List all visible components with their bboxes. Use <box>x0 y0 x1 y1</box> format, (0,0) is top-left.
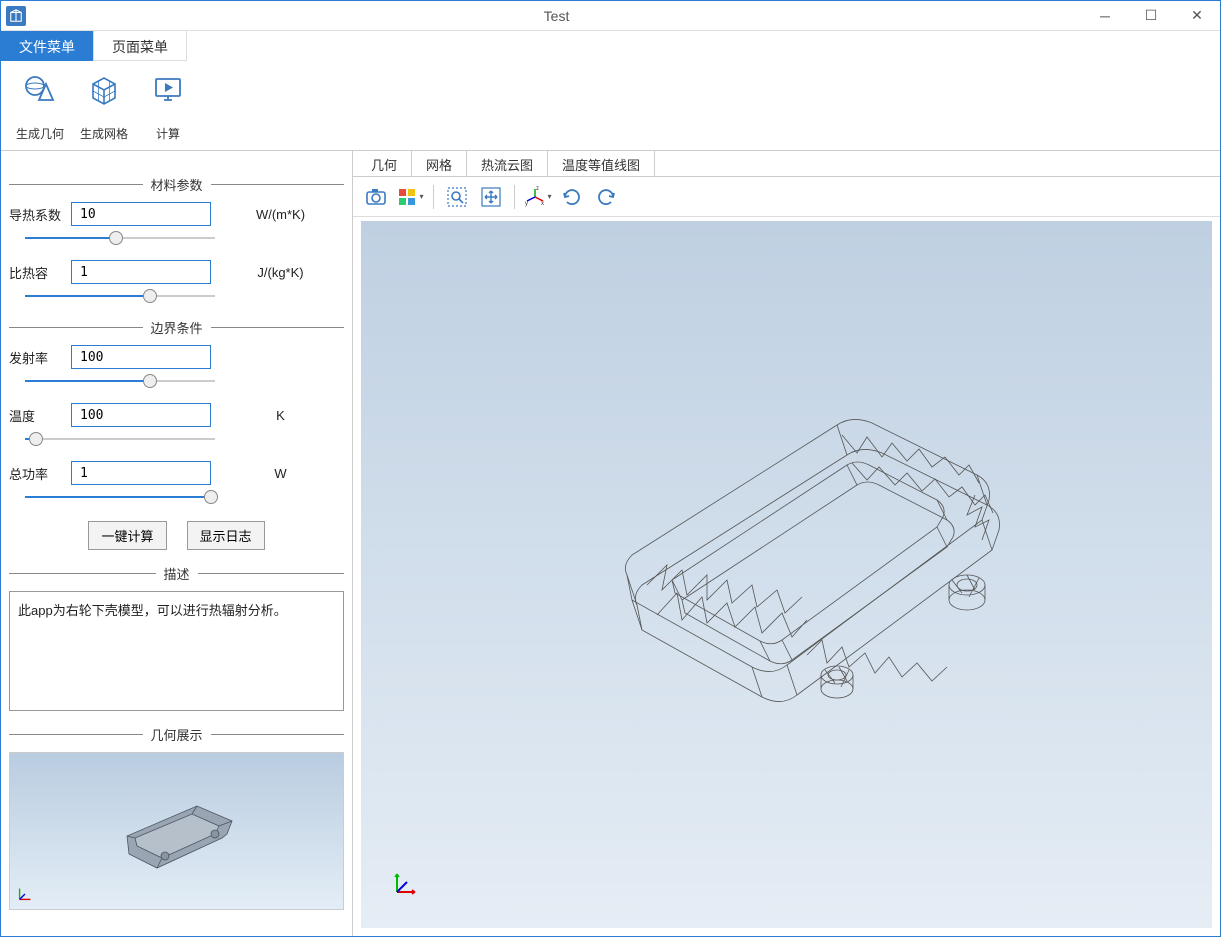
main-area: 材料参数 导热系数 W/(m*K) 比热容 J/(kg*K) 边界条件 发射率 … <box>1 151 1220 936</box>
sphere-cone-icon <box>22 71 58 107</box>
param-row-temperature: 温度 K <box>9 403 344 427</box>
rotate-ccw-icon <box>561 186 583 208</box>
conductivity-input[interactable] <box>71 202 211 226</box>
ribbon-generate-mesh[interactable]: 生成网格 <box>75 67 133 144</box>
total-power-input[interactable] <box>71 461 211 485</box>
minimize-button[interactable]: ─ <box>1082 1 1128 31</box>
preview-model-icon <box>107 786 247 876</box>
param-label: 总功率 <box>9 464 65 483</box>
play-monitor-icon <box>150 71 186 107</box>
axis-view-button[interactable]: z x y ▾ <box>523 182 553 212</box>
xyz-axis-icon: z x y <box>524 186 546 208</box>
geometry-preview[interactable] <box>9 752 344 910</box>
rotate-cw-button[interactable] <box>591 182 621 212</box>
ribbon-tab-page[interactable]: 页面菜单 <box>94 31 187 61</box>
param-label: 温度 <box>9 406 65 425</box>
window-controls: ─ ☐ ✕ <box>1082 1 1220 31</box>
zoom-select-button[interactable] <box>442 182 472 212</box>
param-unit: K <box>217 408 344 423</box>
param-row-conductivity: 导热系数 W/(m*K) <box>9 202 344 226</box>
ribbon-label: 生成网格 <box>80 125 128 142</box>
param-unit: W/(m*K) <box>217 207 344 222</box>
show-log-button[interactable]: 显示日志 <box>187 521 265 550</box>
ribbon-tab-file[interactable]: 文件菜单 <box>1 31 94 61</box>
param-row-total-power: 总功率 W <box>9 461 344 485</box>
viewport-tab-geometry[interactable]: 几何 <box>357 151 412 176</box>
svg-text:y: y <box>525 201 528 207</box>
viewport-tabs: 几何 网格 热流云图 温度等值线图 <box>353 151 1220 177</box>
mesh-cube-icon <box>86 71 122 107</box>
chevron-down-icon: ▾ <box>547 192 551 201</box>
viewport-tab-heatflow[interactable]: 热流云图 <box>467 151 548 176</box>
zoom-box-icon <box>446 186 468 208</box>
toolbar-separator <box>514 185 515 209</box>
param-row-emissivity: 发射率 <box>9 345 344 369</box>
ribbon-label: 计算 <box>156 125 180 142</box>
toolbar-separator <box>433 185 434 209</box>
cube-colors-icon <box>396 186 418 208</box>
section-material-title: 材料参数 <box>9 175 344 194</box>
temperature-slider[interactable] <box>25 431 215 447</box>
pan-arrows-icon <box>480 186 502 208</box>
section-geometry-display-title: 几何展示 <box>9 725 344 744</box>
axis-indicator-icon <box>391 868 421 898</box>
sidebar: 材料参数 导热系数 W/(m*K) 比热容 J/(kg*K) 边界条件 发射率 … <box>1 151 353 936</box>
viewport-tab-isotherm[interactable]: 温度等值线图 <box>548 151 655 176</box>
param-row-heat-capacity: 比热容 J/(kg*K) <box>9 260 344 284</box>
param-unit: J/(kg*K) <box>217 265 344 280</box>
chevron-down-icon: ▾ <box>419 192 423 201</box>
action-buttons-row: 一键计算 显示日志 <box>9 521 344 550</box>
description-text: 此app为右轮下壳模型，可以进行热辐射分析。 <box>9 591 344 711</box>
ribbon-compute[interactable]: 计算 <box>139 67 197 144</box>
param-label: 发射率 <box>9 348 65 367</box>
viewport-area: 几何 网格 热流云图 温度等值线图 ▾ <box>353 151 1220 936</box>
conductivity-slider[interactable] <box>25 230 215 246</box>
screenshot-button[interactable] <box>361 182 391 212</box>
app-icon <box>6 6 26 26</box>
close-button[interactable]: ✕ <box>1174 1 1220 31</box>
axis-indicator-icon <box>16 885 34 903</box>
camera-icon <box>365 186 387 208</box>
param-label: 导热系数 <box>9 205 65 224</box>
rotate-cw-icon <box>595 186 617 208</box>
section-boundary-title: 边界条件 <box>9 318 344 337</box>
param-label: 比热容 <box>9 263 65 282</box>
total-power-slider[interactable] <box>25 489 215 505</box>
viewport-tab-mesh[interactable]: 网格 <box>412 151 467 176</box>
heat-capacity-slider[interactable] <box>25 288 215 304</box>
ribbon-tabs: 文件菜单 页面菜单 <box>1 31 1220 61</box>
ribbon-generate-geometry[interactable]: 生成几何 <box>11 67 69 144</box>
one-click-compute-button[interactable]: 一键计算 <box>88 521 166 550</box>
maximize-button[interactable]: ☐ <box>1128 1 1174 31</box>
viewport-toolbar: ▾ <box>353 177 1220 217</box>
ribbon-label: 生成几何 <box>16 125 64 142</box>
ribbon-content: 生成几何 生成网格 计算 <box>1 61 1220 151</box>
section-description-title: 描述 <box>9 564 344 583</box>
emissivity-slider[interactable] <box>25 373 215 389</box>
param-unit: W <box>217 466 344 481</box>
svg-text:z: z <box>536 186 539 192</box>
temperature-input[interactable] <box>71 403 211 427</box>
svg-text:x: x <box>541 201 544 207</box>
emissivity-input[interactable] <box>71 345 211 369</box>
pan-button[interactable] <box>476 182 506 212</box>
viewport-canvas[interactable] <box>361 221 1212 928</box>
rotate-ccw-button[interactable] <box>557 182 587 212</box>
heat-capacity-input[interactable] <box>71 260 211 284</box>
title-bar: Test ─ ☐ ✕ <box>1 1 1220 31</box>
wireframe-model <box>507 365 1067 785</box>
window-title: Test <box>31 8 1082 24</box>
render-mode-button[interactable]: ▾ <box>395 182 425 212</box>
